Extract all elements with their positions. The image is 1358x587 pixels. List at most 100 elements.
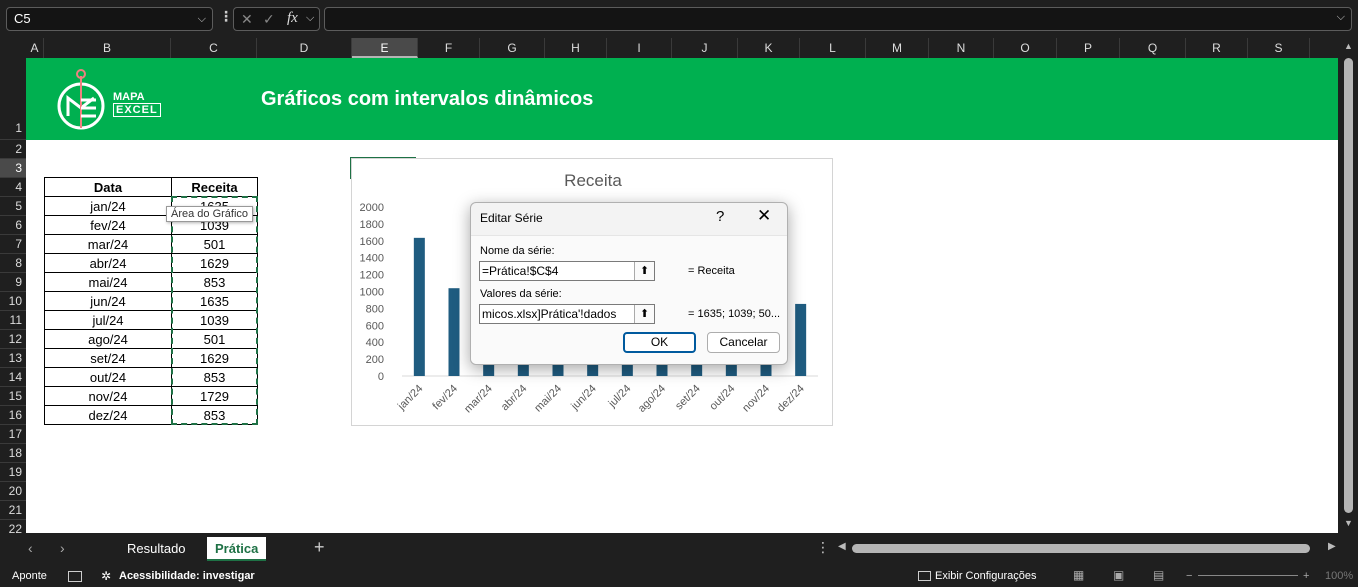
column-header-b[interactable]: B [44, 38, 171, 58]
row-header-10[interactable]: 10 [0, 292, 26, 311]
column-header-q[interactable]: Q [1120, 38, 1186, 58]
row-header-4[interactable]: 4 [0, 178, 26, 197]
column-header-f[interactable]: F [418, 38, 480, 58]
row-header-20[interactable]: 20 [0, 482, 26, 501]
confirm-icon[interactable]: ✓ [263, 11, 275, 28]
column-header-g[interactable]: G [480, 38, 545, 58]
next-sheet-icon[interactable]: › [60, 540, 65, 556]
bar-fev-24[interactable] [448, 288, 460, 376]
row-header-1[interactable]: 1 [0, 58, 26, 140]
cell-revenue[interactable]: 1629 [171, 253, 258, 273]
cell-date[interactable]: dez/24 [44, 405, 172, 425]
zoom-slider[interactable] [1198, 575, 1298, 576]
vertical-scrollbar[interactable]: ▲ ▼ [1340, 38, 1358, 533]
page-break-icon[interactable]: ▤ [1153, 568, 1164, 582]
cell-revenue[interactable]: 1629 [171, 348, 258, 368]
tab-pratica[interactable]: Prática [207, 537, 267, 561]
cell-date[interactable]: out/24 [44, 367, 172, 387]
row-header-15[interactable]: 15 [0, 387, 26, 406]
column-header-a[interactable]: A [26, 38, 44, 58]
bar-jan-24[interactable] [413, 237, 425, 376]
cell-revenue[interactable]: 853 [171, 367, 258, 387]
help-icon[interactable]: ? [716, 208, 724, 225]
row-header-18[interactable]: 18 [0, 444, 26, 463]
more-options-icon[interactable]: ⋮ [816, 539, 830, 556]
column-header-j[interactable]: J [672, 38, 738, 58]
accessibility-status[interactable]: Acessibilidade: investigar [119, 570, 255, 582]
column-header-m[interactable]: M [866, 38, 929, 58]
display-settings[interactable]: Exibir Configurações [935, 570, 1037, 582]
tab-resultado[interactable]: Resultado [119, 537, 194, 561]
cell-revenue[interactable]: 1729 [171, 386, 258, 406]
chevron-down-icon[interactable]: ⌵ [198, 8, 206, 30]
cell-revenue[interactable]: 501 [171, 234, 258, 254]
scroll-up-icon[interactable]: ▲ [1344, 41, 1353, 51]
header-data[interactable]: Data [44, 177, 172, 197]
ok-button[interactable]: OK [623, 332, 696, 353]
header-receita[interactable]: Receita [171, 177, 258, 197]
column-header-o[interactable]: O [994, 38, 1057, 58]
cell-date[interactable]: fev/24 [44, 215, 172, 235]
horizontal-scrollbar[interactable] [852, 544, 1310, 553]
cancel-icon[interactable]: ✕ [241, 11, 253, 28]
row-header-17[interactable]: 17 [0, 425, 26, 444]
macro-record-icon[interactable] [68, 571, 82, 582]
more-options-icon[interactable]: ⋮ [219, 8, 233, 25]
row-header-19[interactable]: 19 [0, 463, 26, 482]
cell-date[interactable]: mar/24 [44, 234, 172, 254]
expand-formula-icon[interactable]: ⌵ [1337, 11, 1345, 24]
row-header-14[interactable]: 14 [0, 368, 26, 387]
row-header-21[interactable]: 21 [0, 501, 26, 520]
cell-date[interactable]: set/24 [44, 348, 172, 368]
chevron-down-icon[interactable]: ⌵ [306, 12, 314, 25]
accessibility-icon[interactable]: ✲ [101, 569, 111, 583]
column-header-i[interactable]: I [607, 38, 672, 58]
formula-input[interactable]: ⌵ [324, 7, 1352, 31]
cell-date[interactable]: abr/24 [44, 253, 172, 273]
cell-date[interactable]: jan/24 [44, 196, 172, 216]
scroll-down-icon[interactable]: ▼ [1344, 518, 1353, 528]
scroll-thumb[interactable] [1344, 58, 1353, 513]
collapse-dialog-icon[interactable]: ⬆ [634, 262, 654, 280]
cell-date[interactable]: nov/24 [44, 386, 172, 406]
normal-view-icon[interactable]: ▦ [1073, 568, 1084, 582]
collapse-dialog-icon[interactable]: ⬆ [634, 305, 654, 323]
row-header-11[interactable]: 11 [0, 311, 26, 330]
row-header-12[interactable]: 12 [0, 330, 26, 349]
column-header-p[interactable]: P [1057, 38, 1120, 58]
column-header-r[interactable]: R [1186, 38, 1248, 58]
series-name-input[interactable]: =Prática!$C$4 ⬆ [479, 261, 655, 281]
series-values-input[interactable]: micos.xlsx]Prática'!dados ⬆ [479, 304, 655, 324]
row-header-8[interactable]: 8 [0, 254, 26, 273]
display-settings-icon[interactable] [918, 571, 931, 581]
row-header-2[interactable]: 2 [0, 140, 26, 159]
column-header-e[interactable]: E [352, 38, 418, 58]
row-header-9[interactable]: 9 [0, 273, 26, 292]
name-box[interactable]: C5 ⌵ [6, 7, 213, 31]
cell-date[interactable]: mai/24 [44, 272, 172, 292]
column-header-h[interactable]: H [545, 38, 607, 58]
column-header-n[interactable]: N [929, 38, 994, 58]
cell-revenue[interactable]: 1635 [171, 291, 258, 311]
add-sheet-icon[interactable]: + [314, 537, 325, 558]
close-icon[interactable]: ✕ [757, 206, 771, 226]
cell-date[interactable]: ago/24 [44, 329, 172, 349]
cell-revenue[interactable]: 853 [171, 272, 258, 292]
column-header-k[interactable]: K [738, 38, 800, 58]
row-header-5[interactable]: 5 [0, 197, 26, 216]
row-header-16[interactable]: 16 [0, 406, 26, 425]
zoom-out-icon[interactable]: − [1186, 570, 1192, 582]
cell-date[interactable]: jun/24 [44, 291, 172, 311]
column-header-s[interactable]: S [1248, 38, 1310, 58]
column-header-l[interactable]: L [800, 38, 866, 58]
row-header-13[interactable]: 13 [0, 349, 26, 368]
cell-revenue[interactable]: 1039 [171, 310, 258, 330]
column-header-c[interactable]: C [171, 38, 257, 58]
zoom-level[interactable]: 100% [1325, 570, 1353, 582]
cell-revenue[interactable]: 501 [171, 329, 258, 349]
page-layout-icon[interactable]: ▣ [1113, 568, 1124, 582]
cell-date[interactable]: jul/24 [44, 310, 172, 330]
row-header-7[interactable]: 7 [0, 235, 26, 254]
fx-icon[interactable]: fx [287, 10, 298, 27]
bar-dez-24[interactable] [795, 303, 807, 376]
